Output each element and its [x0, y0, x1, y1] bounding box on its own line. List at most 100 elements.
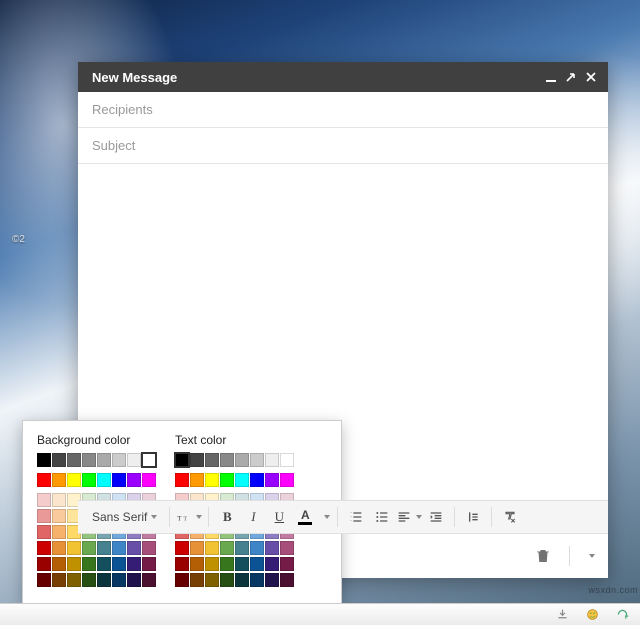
- color-swatch[interactable]: [235, 557, 249, 571]
- color-swatch[interactable]: [280, 453, 294, 467]
- color-swatch[interactable]: [175, 453, 189, 467]
- color-swatch[interactable]: [67, 573, 81, 587]
- color-swatch[interactable]: [250, 557, 264, 571]
- color-swatch[interactable]: [52, 453, 66, 467]
- color-swatch[interactable]: [82, 541, 96, 555]
- color-swatch[interactable]: [82, 453, 96, 467]
- close-icon[interactable]: [582, 68, 600, 86]
- color-swatch[interactable]: [220, 453, 234, 467]
- color-swatch[interactable]: [250, 453, 264, 467]
- color-swatch[interactable]: [280, 557, 294, 571]
- color-swatch[interactable]: [220, 573, 234, 587]
- color-swatch[interactable]: [220, 557, 234, 571]
- color-swatch[interactable]: [175, 573, 189, 587]
- color-swatch[interactable]: [175, 473, 189, 487]
- color-swatch[interactable]: [175, 541, 189, 555]
- italic-button[interactable]: I: [241, 505, 265, 529]
- color-swatch[interactable]: [250, 573, 264, 587]
- color-swatch[interactable]: [52, 493, 66, 507]
- color-swatch[interactable]: [250, 473, 264, 487]
- color-swatch[interactable]: [37, 493, 51, 507]
- color-swatch[interactable]: [205, 573, 219, 587]
- color-swatch[interactable]: [112, 541, 126, 555]
- color-swatch[interactable]: [97, 473, 111, 487]
- color-swatch[interactable]: [97, 573, 111, 587]
- color-swatch[interactable]: [82, 473, 96, 487]
- color-swatch[interactable]: [190, 473, 204, 487]
- download-icon[interactable]: [554, 607, 570, 623]
- color-swatch[interactable]: [280, 473, 294, 487]
- more-options-button[interactable]: [582, 554, 598, 558]
- color-swatch[interactable]: [127, 557, 141, 571]
- color-swatch[interactable]: [52, 525, 66, 539]
- color-swatch[interactable]: [235, 453, 249, 467]
- color-swatch[interactable]: [190, 557, 204, 571]
- color-swatch[interactable]: [190, 541, 204, 555]
- color-swatch[interactable]: [250, 541, 264, 555]
- color-swatch[interactable]: [265, 541, 279, 555]
- color-swatch[interactable]: [37, 453, 51, 467]
- color-swatch[interactable]: [235, 573, 249, 587]
- color-swatch[interactable]: [37, 509, 51, 523]
- color-swatch[interactable]: [205, 473, 219, 487]
- color-swatch[interactable]: [37, 541, 51, 555]
- color-swatch[interactable]: [127, 453, 141, 467]
- align-button[interactable]: [396, 505, 422, 529]
- popout-icon[interactable]: [562, 68, 580, 86]
- color-swatch[interactable]: [37, 573, 51, 587]
- color-swatch[interactable]: [82, 557, 96, 571]
- color-swatch[interactable]: [205, 541, 219, 555]
- color-swatch[interactable]: [112, 453, 126, 467]
- color-swatch[interactable]: [265, 473, 279, 487]
- indent-button[interactable]: [424, 505, 448, 529]
- subject-input[interactable]: [92, 138, 594, 153]
- color-swatch[interactable]: [67, 453, 81, 467]
- bold-button[interactable]: B: [215, 505, 239, 529]
- color-swatch[interactable]: [52, 509, 66, 523]
- color-swatch[interactable]: [112, 473, 126, 487]
- color-swatch[interactable]: [52, 473, 66, 487]
- color-swatch[interactable]: [37, 557, 51, 571]
- recipients-input[interactable]: [92, 102, 594, 117]
- color-swatch[interactable]: [97, 453, 111, 467]
- color-swatch[interactable]: [190, 573, 204, 587]
- recipients-field[interactable]: [78, 92, 608, 128]
- color-swatch[interactable]: [67, 557, 81, 571]
- color-swatch[interactable]: [280, 573, 294, 587]
- color-swatch[interactable]: [235, 473, 249, 487]
- remove-formatting-button[interactable]: [498, 505, 522, 529]
- color-swatch[interactable]: [52, 557, 66, 571]
- color-swatch[interactable]: [142, 557, 156, 571]
- color-swatch[interactable]: [52, 541, 66, 555]
- color-swatch[interactable]: [175, 557, 189, 571]
- color-swatch[interactable]: [67, 541, 81, 555]
- font-size-button[interactable]: тT: [176, 505, 202, 529]
- emoji-icon[interactable]: [584, 607, 600, 623]
- color-swatch[interactable]: [112, 557, 126, 571]
- color-swatch[interactable]: [220, 473, 234, 487]
- color-swatch[interactable]: [190, 453, 204, 467]
- color-swatch[interactable]: [142, 453, 156, 467]
- color-swatch[interactable]: [127, 573, 141, 587]
- color-swatch[interactable]: [97, 541, 111, 555]
- discard-draft-button[interactable]: [529, 542, 557, 570]
- color-swatch[interactable]: [37, 525, 51, 539]
- color-swatch[interactable]: [142, 541, 156, 555]
- color-swatch[interactable]: [265, 557, 279, 571]
- color-swatch[interactable]: [142, 573, 156, 587]
- bulleted-list-button[interactable]: [370, 505, 394, 529]
- color-swatch[interactable]: [280, 541, 294, 555]
- text-color-dropdown[interactable]: [319, 505, 331, 529]
- numbered-list-button[interactable]: [344, 505, 368, 529]
- color-swatch[interactable]: [205, 453, 219, 467]
- color-swatch[interactable]: [127, 541, 141, 555]
- color-swatch[interactable]: [220, 541, 234, 555]
- color-swatch[interactable]: [235, 541, 249, 555]
- color-swatch[interactable]: [205, 557, 219, 571]
- color-swatch[interactable]: [142, 473, 156, 487]
- color-swatch[interactable]: [52, 573, 66, 587]
- refresh-icon[interactable]: [614, 607, 630, 623]
- minimize-icon[interactable]: [542, 68, 560, 86]
- color-swatch[interactable]: [37, 473, 51, 487]
- underline-button[interactable]: U: [267, 505, 291, 529]
